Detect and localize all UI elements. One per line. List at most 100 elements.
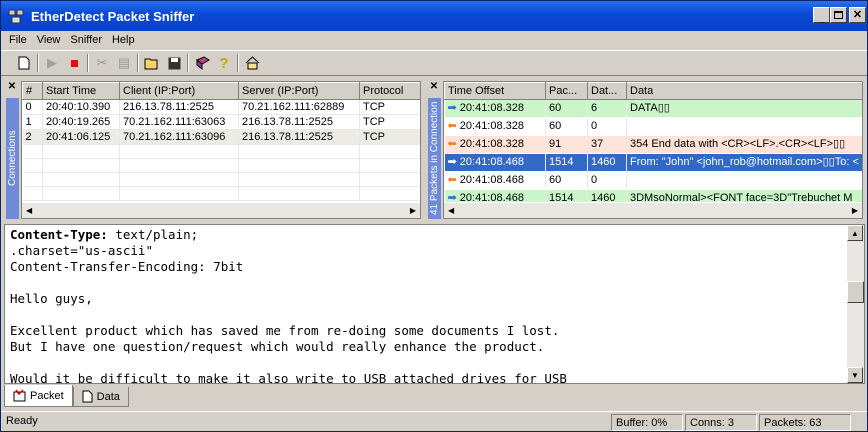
line-text: text/plain; xyxy=(107,227,199,242)
minimize-button[interactable]: _ xyxy=(813,7,830,23)
packet-dat: 6 xyxy=(587,99,627,118)
packet-content-view[interactable]: Content-Type: text/plain; .charset="us-as… xyxy=(4,224,865,384)
arrow-left-icon: ⬅ xyxy=(447,138,460,150)
packet-row[interactable]: ⬅ 20:41:08.328 60 0 xyxy=(444,117,862,136)
scroll-right-icon[interactable]: ▶ xyxy=(852,206,858,215)
scroll-left-icon[interactable]: ◀ xyxy=(448,206,454,215)
packets-grid: Time Offset Pac... Dat... Data ➡ 20:41:0… xyxy=(443,81,863,219)
content-line: Hello guys, xyxy=(10,291,864,307)
connections-grid: # Start Time Client (IP:Port) Server (IP… xyxy=(21,81,421,219)
help-button[interactable]: ? xyxy=(213,52,235,74)
connection-cell: 20:40:19.265 xyxy=(42,114,120,130)
packet-data: From: "John" <john_rob@hotmail.com>▯▯To:… xyxy=(626,153,862,172)
scroll-right-icon[interactable]: ▶ xyxy=(410,206,416,215)
packets-side-tab[interactable]: 41 Packets in Connection xyxy=(428,98,441,219)
connection-cell: 70.21.162.111:63096 xyxy=(119,129,239,145)
line-text: Hello guys, xyxy=(10,291,93,306)
menu-help[interactable]: Help xyxy=(107,34,140,46)
empty-row xyxy=(22,158,420,173)
title-bar: EtherDetect Packet Sniffer _ ✕ xyxy=(1,1,867,31)
content-line: Excellent product which has saved me fro… xyxy=(10,323,864,339)
connection-row[interactable]: 0 20:40:10.390 216.13.78.11:2525 70.21.162.… xyxy=(22,99,420,115)
empty-row xyxy=(22,172,420,187)
tab-data-label: Data xyxy=(96,390,120,403)
connection-row[interactable]: 2 20:41:06.125 70.21.162.111:63096 216.13.7… xyxy=(22,129,420,145)
empty-row xyxy=(22,144,420,159)
connection-cell: 216.13.78.11:2525 xyxy=(238,114,360,130)
maximize-button[interactable] xyxy=(830,7,847,23)
line-text: Would it be difficult to make it also wr… xyxy=(10,371,567,384)
window-title: EtherDetect Packet Sniffer xyxy=(31,8,195,24)
packet-row[interactable]: ➡ 20:41:08.468 1514 1460 From: "John" <john… xyxy=(444,153,862,172)
stop-button[interactable] xyxy=(63,52,85,74)
home-button[interactable] xyxy=(241,52,263,74)
scroll-thumb[interactable] xyxy=(847,281,864,303)
connections-table: # Start Time Client (IP:Port) Server (IP… xyxy=(22,82,420,201)
col-start-time[interactable]: Start Time xyxy=(42,82,120,100)
help-icon: ? xyxy=(219,54,229,72)
menu-view[interactable]: View xyxy=(32,34,66,46)
connection-cell: 216.13.78.11:2525 xyxy=(238,129,360,145)
filter-icon: ✂ xyxy=(96,55,108,70)
packet-row[interactable]: ➡ 20:41:08.328 60 6 DATA▯▯ xyxy=(444,99,862,118)
filter-button[interactable]: ✂ xyxy=(91,52,113,74)
col-data[interactable]: Data xyxy=(626,82,862,100)
connection-cell: TCP xyxy=(359,129,420,145)
scroll-down-icon[interactable]: ▼ xyxy=(847,367,863,383)
close-connections-icon[interactable]: ✕ xyxy=(5,81,19,92)
options-button[interactable]: ▤ xyxy=(113,52,135,74)
packet-time: 20:41:08.328 xyxy=(459,138,525,150)
empty-row xyxy=(22,186,420,201)
scroll-up-icon[interactable]: ▲ xyxy=(847,225,863,241)
content-line: Content-Type: text/plain; xyxy=(10,227,864,243)
open-button[interactable] xyxy=(141,52,163,74)
col-number[interactable]: # xyxy=(22,82,43,100)
status-bar: Ready Buffer: 0% Conns: 3 Packets: 63 xyxy=(1,411,867,431)
scroll-left-icon[interactable]: ◀ xyxy=(26,206,32,215)
col-client[interactable]: Client (IP:Port) xyxy=(119,82,239,100)
content-vscrollbar[interactable]: ▲ ▼ xyxy=(847,225,864,383)
data-icon xyxy=(82,390,93,403)
start-button[interactable]: ▶ xyxy=(41,52,63,74)
col-data-size[interactable]: Dat... xyxy=(587,82,627,100)
status-packets: Packets: 63 xyxy=(759,414,851,431)
packet-data xyxy=(626,117,862,136)
col-packet-size[interactable]: Pac... xyxy=(545,82,588,100)
tab-data[interactable]: Data xyxy=(72,387,129,407)
tab-packet[interactable]: Packet xyxy=(4,385,73,407)
status-conns: Conns: 3 xyxy=(685,414,757,431)
packet-dat: 1460 xyxy=(587,153,627,172)
col-server[interactable]: Server (IP:Port) xyxy=(238,82,360,100)
content-line xyxy=(10,275,864,291)
packet-data xyxy=(626,171,862,190)
connection-cell: 70.21.162.111:62889 xyxy=(238,99,360,115)
save-button[interactable] xyxy=(163,52,185,74)
save-icon xyxy=(168,57,180,69)
close-icon: ✕ xyxy=(852,8,863,21)
packet-icon xyxy=(13,389,26,402)
content-line xyxy=(10,307,864,323)
line-text: Content-Transfer-Encoding: 7bit xyxy=(10,259,244,274)
connection-cell: TCP xyxy=(359,99,420,115)
connections-side-tab[interactable]: Connections xyxy=(6,98,19,219)
new-button[interactable] xyxy=(13,52,35,74)
col-protocol[interactable]: Protocol xyxy=(359,82,420,100)
packets-hscrollbar[interactable]: ◀ ▶ xyxy=(444,202,862,218)
status-buffer: Buffer: 0% xyxy=(611,414,683,431)
line-text: Excellent product which has saved me fro… xyxy=(10,323,560,338)
connections-hscrollbar[interactable]: ◀ ▶ xyxy=(22,202,420,218)
close-packets-icon[interactable]: ✕ xyxy=(427,81,441,92)
connection-row[interactable]: 1 20:40:19.265 70.21.162.111:63063 216.13.7… xyxy=(22,114,420,130)
menu-file[interactable]: File xyxy=(1,34,32,46)
packet-row[interactable]: ⬅ 20:41:08.468 60 0 xyxy=(444,171,862,190)
packet-data: DATA▯▯ xyxy=(626,99,862,118)
content-line: Content-Transfer-Encoding: 7bit xyxy=(10,259,864,275)
menu-sniffer[interactable]: Sniffer xyxy=(65,34,107,46)
col-time-offset[interactable]: Time Offset xyxy=(444,82,546,100)
arrow-right-icon: ➡ xyxy=(447,102,460,114)
packet-row[interactable]: ⬅ 20:41:08.328 91 37 354 End data with <CR>… xyxy=(444,135,862,154)
connection-cell: 216.13.78.11:2525 xyxy=(119,99,239,115)
close-button[interactable]: ✕ xyxy=(849,7,866,23)
book-icon xyxy=(195,56,210,70)
book-button[interactable] xyxy=(191,52,213,74)
